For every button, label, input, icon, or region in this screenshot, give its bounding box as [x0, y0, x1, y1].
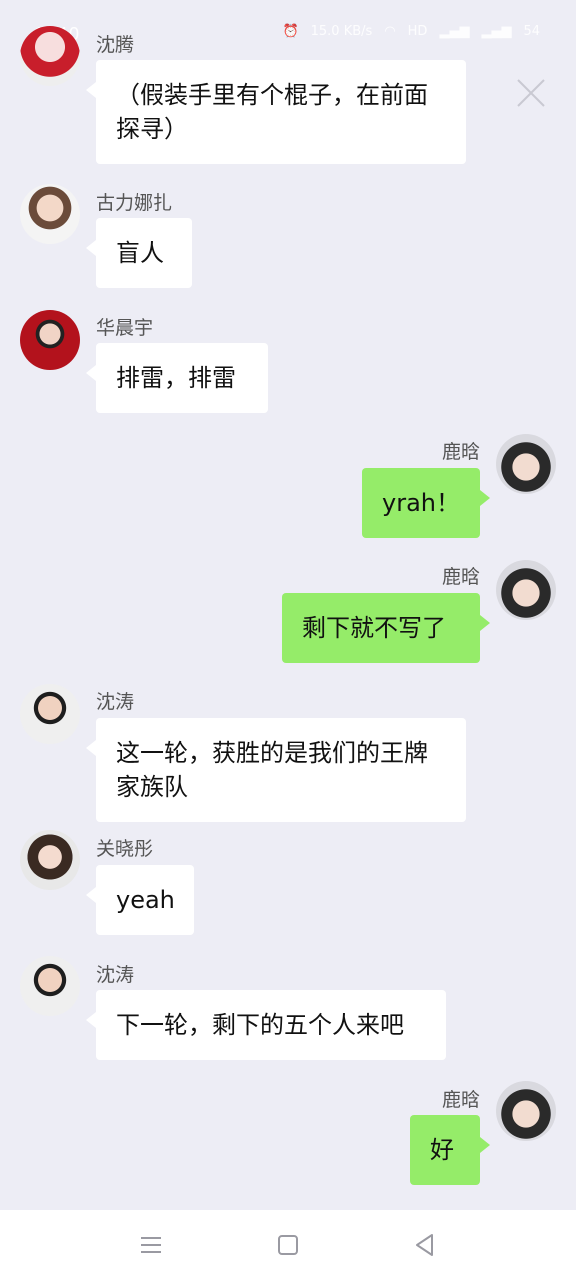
sender-name: 华晨宇 — [96, 317, 154, 339]
avatar[interactable] — [20, 184, 80, 244]
message-bubble[interactable]: 这一轮，获胜的是我们的王牌家族队 — [86, 718, 466, 822]
message-bubble[interactable]: 下一轮，剩下的五个人来吧 — [86, 990, 446, 1060]
sender-name: 古力娜扎 — [96, 192, 173, 214]
close-icon[interactable] — [516, 78, 546, 108]
avatar[interactable] — [20, 310, 80, 370]
message-bubble[interactable]: 盲人 — [86, 218, 192, 288]
data-speed-icon: 15.0 KB/s — [310, 24, 373, 39]
alarm-icon: ⏰ — [282, 24, 299, 39]
sender-name: 沈涛 — [96, 691, 135, 713]
avatar[interactable] — [496, 434, 556, 494]
avatar[interactable] — [20, 830, 80, 890]
status-icons: ⏰ 15.0 KB/s ◠ HD ▂▄▆ ▂▄▆ 54 — [282, 24, 540, 39]
sender-name: 鹿晗 — [442, 1089, 481, 1111]
avatar[interactable] — [20, 684, 80, 744]
message-bubble[interactable]: 排雷，排雷 — [86, 343, 268, 413]
hd-icon: HD — [407, 24, 428, 39]
signal-icon: ▂▄▆ — [439, 24, 470, 39]
navigation-bar — [0, 1210, 576, 1280]
menu-icon[interactable] — [138, 1232, 164, 1258]
home-icon[interactable] — [275, 1232, 301, 1258]
message-bubble[interactable]: yrah！ — [362, 468, 490, 538]
sender-name: 鹿晗 — [442, 566, 481, 588]
sender-name: 鹿晗 — [442, 441, 481, 463]
wifi-icon: ◠ — [384, 24, 396, 39]
avatar[interactable] — [20, 26, 80, 86]
status-bar: 16:10 ⏰ 15.0 KB/s ◠ HD ▂▄▆ ▂▄▆ 54 — [0, 0, 576, 60]
sender-name: 沈涛 — [96, 964, 135, 986]
message-bubble[interactable]: yeah — [86, 865, 194, 935]
back-icon[interactable] — [412, 1232, 438, 1258]
signal-icon: ▂▄▆ — [481, 24, 512, 39]
battery-icon: 54 — [523, 24, 540, 39]
message-bubble[interactable]: 好 — [410, 1115, 490, 1185]
message-bubble[interactable]: 剩下就不写了 — [282, 593, 490, 663]
sender-name: 关晓彤 — [96, 838, 154, 860]
avatar[interactable] — [496, 560, 556, 620]
avatar[interactable] — [496, 1081, 556, 1141]
sender-name: 沈腾 — [96, 34, 135, 56]
avatar[interactable] — [20, 956, 80, 1016]
message-bubble[interactable]: （假装手里有个棍子，在前面探寻） — [86, 60, 466, 164]
